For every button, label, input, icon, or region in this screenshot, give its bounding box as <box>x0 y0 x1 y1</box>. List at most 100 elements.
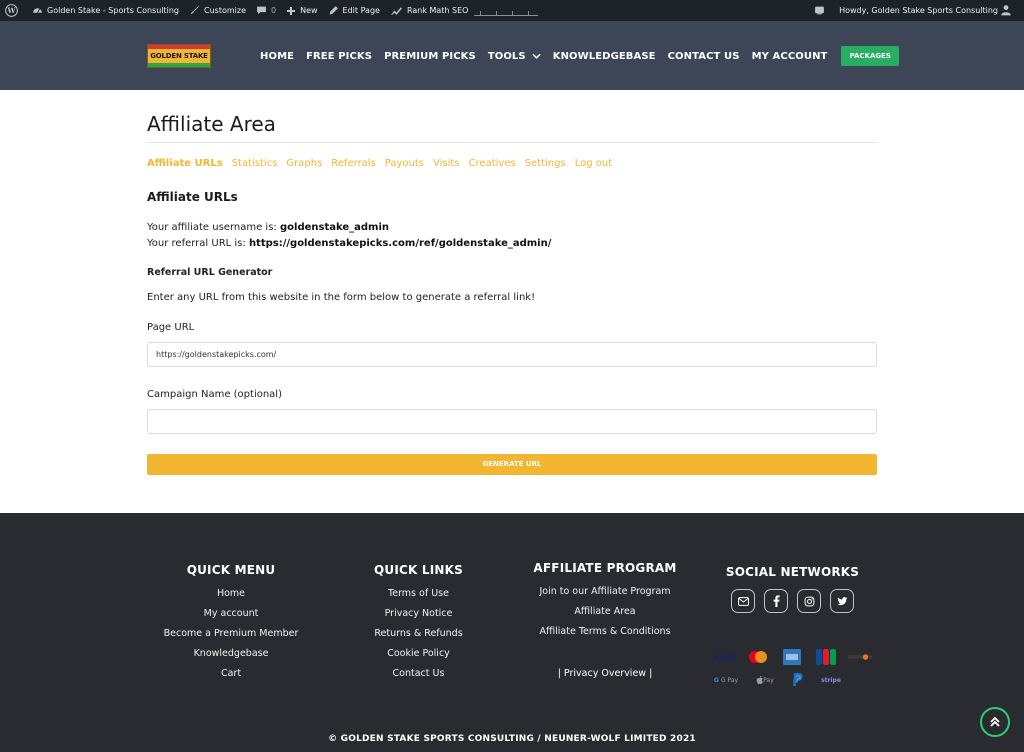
packages-button[interactable]: PACKAGES <box>841 46 899 66</box>
campaign-name-input[interactable] <box>147 409 877 434</box>
tab-referrals[interactable]: Referrals <box>331 158 376 169</box>
affiliate-tabs: Affiliate URLs Statistics Graphs Referra… <box>147 158 621 169</box>
gpay-label: G Pay <box>720 676 739 684</box>
admin-bar-new[interactable]: New <box>281 0 322 21</box>
admin-bar-account[interactable]: Howdy, Golden Stake Sports Consulting <box>834 0 1024 21</box>
page-title: Affiliate Area <box>147 112 276 136</box>
customize-label: Customize <box>204 6 246 15</box>
quick-links-title: QUICK LINKS <box>374 563 463 577</box>
quick-link-item[interactable]: Terms of Use <box>350 588 487 608</box>
edit-page-label: Edit Page <box>342 6 380 15</box>
tab-settings[interactable]: Settings <box>525 158 566 169</box>
scroll-to-top-button[interactable] <box>980 707 1010 737</box>
campaign-name-label: Campaign Name (optional) <box>147 389 282 400</box>
brush-icon <box>190 6 199 15</box>
email-icon[interactable] <box>731 589 755 613</box>
tab-creatives[interactable]: Creatives <box>469 158 516 169</box>
nav-contact-us[interactable]: CONTACT US <box>668 51 740 62</box>
comment-icon <box>257 6 266 15</box>
admin-bar-comments[interactable]: 0 <box>251 0 281 21</box>
svg-text:VISA: VISA <box>712 654 736 663</box>
tab-graphs[interactable]: Graphs <box>286 158 322 169</box>
nav-knowledgebase[interactable]: KNOWLEDGEBASE <box>553 51 656 62</box>
nav-tools[interactable]: TOOLS <box>488 51 541 62</box>
privacy-overview-link[interactable]: | Privacy Overview | <box>520 668 690 679</box>
footer-affiliate-program: AFFILIATE PROGRAM Join to our Affiliate … <box>520 561 690 646</box>
social-networks-title: SOCIAL NETWORKS <box>725 565 860 579</box>
quick-menu-item[interactable]: Become a Premium Member <box>150 628 312 648</box>
referral-url-value: https://goldenstakepicks.com/ref/goldens… <box>248 238 552 249</box>
generate-url-button[interactable]: GENERATE URL <box>147 454 877 475</box>
apple-pay-icon: Pay <box>752 673 778 687</box>
jcb-icon <box>814 649 838 665</box>
admin-bar-customize[interactable]: Customize <box>184 0 251 21</box>
svg-text:W: W <box>6 6 16 15</box>
page-url-input[interactable] <box>147 342 877 367</box>
dashboard-icon <box>33 8 42 13</box>
affiliate-link-item[interactable]: Affiliate Terms & Conditions <box>520 626 690 646</box>
admin-bar-rank-math[interactable]: Rank Math SEO <box>385 0 544 21</box>
rank-math-label: Rank Math SEO <box>406 6 469 15</box>
footer-quick-links: QUICK LINKS Terms of Use Privacy Notice … <box>350 563 487 688</box>
payment-methods-row-2: G G Pay Pay stripe <box>712 673 844 687</box>
paypal-icon <box>790 673 806 687</box>
quick-menu-title: QUICK MENU <box>186 563 276 577</box>
tab-payouts[interactable]: Payouts <box>385 158 424 169</box>
stripe-label: stripe <box>821 676 841 684</box>
affiliate-link-item[interactable]: Affiliate Area <box>520 606 690 626</box>
nav-free-picks[interactable]: FREE PICKS <box>306 51 372 62</box>
referral-label: Your referral URL is: <box>147 238 246 249</box>
generator-description: Enter any URL from this website in the f… <box>147 292 536 303</box>
quick-link-item[interactable]: Cookie Policy <box>350 648 487 668</box>
section-title: Affiliate URLs <box>147 190 238 204</box>
stripe-icon: stripe <box>818 673 844 687</box>
admin-bar-notification[interactable] <box>809 0 834 21</box>
instagram-icon[interactable] <box>797 589 821 613</box>
quick-menu-item[interactable]: Cart <box>150 668 312 688</box>
new-label: New <box>300 6 318 15</box>
howdy-label: Howdy, Golden Stake Sports Consulting <box>839 6 998 15</box>
pencil-icon <box>329 6 338 15</box>
admin-bar-site-name[interactable]: Golden Stake - Sports Consulting <box>27 0 184 21</box>
rank-math-graph <box>474 6 539 16</box>
avatar-icon <box>1001 5 1011 16</box>
tab-statistics[interactable]: Statistics <box>232 158 278 169</box>
quick-menu-item[interactable]: Knowledgebase <box>150 648 312 668</box>
affiliate-link-item[interactable]: Join to our Affiliate Program <box>520 586 690 606</box>
site-logo[interactable]: GOLDEN STAKE <box>147 44 211 68</box>
quick-link-item[interactable]: Returns & Refunds <box>350 628 487 648</box>
nav-home[interactable]: HOME <box>260 51 294 62</box>
title-divider <box>147 142 877 143</box>
google-pay-icon: G G Pay <box>713 676 739 684</box>
tab-log-out[interactable]: Log out <box>575 158 612 169</box>
quick-link-item[interactable]: Contact Us <box>350 668 487 688</box>
chevron-down-icon <box>532 53 541 59</box>
comments-count: 0 <box>271 6 277 15</box>
footer-social-networks: SOCIAL NETWORKS <box>715 565 870 613</box>
nav-tools-label: TOOLS <box>487 50 526 62</box>
admin-bar-edit-page[interactable]: Edit Page <box>323 0 385 21</box>
amex-icon <box>780 649 804 665</box>
tab-visits[interactable]: Visits <box>433 158 460 169</box>
notification-icon <box>815 6 824 15</box>
twitter-icon[interactable] <box>830 589 854 613</box>
copyright-text: © GOLDEN STAKE SPORTS CONSULTING / NEUNE… <box>328 734 696 744</box>
site-footer: QUICK MENU Home My account Become a Prem… <box>0 513 1024 752</box>
quick-menu-item[interactable]: My account <box>150 608 312 628</box>
site-header: GOLDEN STAKE HOME FREE PICKS PREMIUM PIC… <box>0 21 1024 90</box>
quick-menu-item[interactable]: Home <box>150 588 312 608</box>
nav-my-account[interactable]: MY ACCOUNT <box>752 51 828 62</box>
rank-math-icon <box>391 7 402 15</box>
affiliate-program-title: AFFILIATE PROGRAM <box>533 561 677 575</box>
quick-link-item[interactable]: Privacy Notice <box>350 608 487 628</box>
plus-icon <box>287 6 296 15</box>
tab-affiliate-urls[interactable]: Affiliate URLs <box>147 158 223 169</box>
username-label: Your affiliate username is: <box>147 222 277 233</box>
facebook-icon[interactable] <box>764 589 788 613</box>
applepay-label: Pay <box>763 676 774 684</box>
nav-premium-picks[interactable]: PREMIUM PICKS <box>384 51 476 62</box>
site-name-label: Golden Stake - Sports Consulting <box>47 6 179 15</box>
double-chevron-up-icon <box>990 716 1000 727</box>
wordpress-logo-icon[interactable]: W <box>0 0 27 21</box>
payment-methods-row-1: VISA <box>712 649 872 665</box>
